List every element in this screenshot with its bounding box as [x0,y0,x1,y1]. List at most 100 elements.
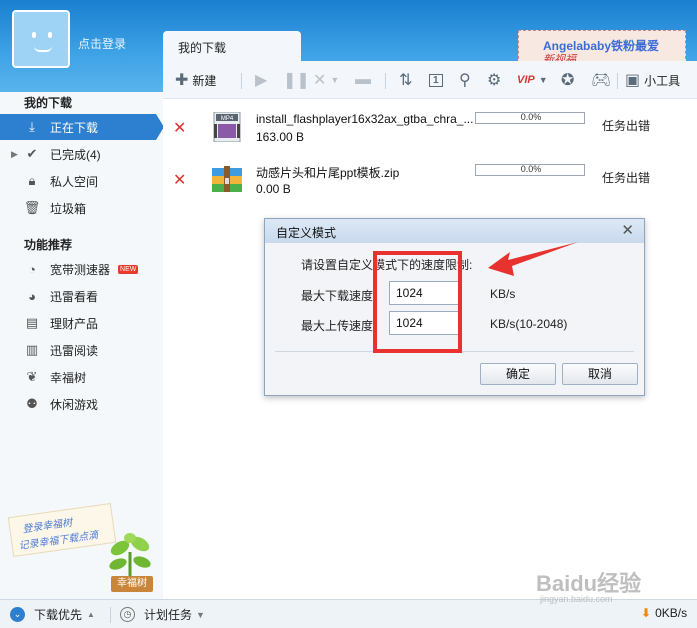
download-arrow-icon: ⬇ [641,606,652,620]
close-icon[interactable]: ✕ [621,221,634,239]
progress-bar: 0.0% [475,112,585,124]
sidebar-item-happy-tree[interactable]: ❦ 幸福树 [0,364,163,390]
section-title-features: 功能推荐 [24,238,73,252]
ok-button[interactable]: 确定 [480,363,556,385]
sidebar-item-private[interactable]: 🔒︎ 私人空间 [0,168,163,194]
toolbar-divider [617,73,618,89]
sidebar-item-reading[interactable]: ▥ 迅雷阅读 [0,337,163,363]
priority-label: 下载优先 [34,608,83,622]
sidebar-item-downloading[interactable]: ⤓ 正在下载 [0,114,156,140]
mp4-file-icon: MP4 [213,112,241,142]
sidebar-item-label: 迅雷看看 [50,289,99,304]
folder-icon: ▬ [355,71,371,88]
toolbox-icon: ▣ [625,72,641,89]
chevron-double-down-icon: ⌄ [10,607,25,622]
avatar-mouth [34,46,52,52]
play-icon: ▶ [255,72,268,89]
login-link[interactable]: 点击登录 [78,35,126,52]
plus-icon: ✚ [175,72,189,89]
search-icon: ⚲ [459,72,471,89]
sidebar-item-label: 休闲游戏 [50,397,99,412]
avatar[interactable] [12,10,70,68]
sidebar-item-finance[interactable]: ▤ 理财产品 [0,310,163,336]
tools-button[interactable]: ▣ 小工具 [625,69,680,91]
chevron-down-icon: ▼ [196,609,205,620]
file-size: 163.00 B [256,130,305,144]
sidebar-item-kankan[interactable]: ◕ 迅雷看看 [0,283,163,309]
baidu-watermark: Baidu经验 jingyan.baidu.com [536,566,642,604]
schedule-label: 计划任务 [144,608,193,622]
max-download-input[interactable] [389,281,459,305]
vip-button[interactable]: VIP ▼ [517,69,548,91]
status-text: 任务出错 [602,171,651,185]
max-upload-input[interactable] [389,311,459,335]
toolbar-divider [241,73,242,89]
speed-indicator: ⬇ 0KB/s [641,606,687,620]
caret-up-icon: ▲ [87,610,95,619]
expand-arrow-icon[interactable]: ▶ [11,149,18,160]
upload-unit: KB/s(10-2048) [490,317,568,331]
sidebar-item-label: 迅雷阅读 [50,343,99,358]
tab-my-downloads[interactable]: 我的下载 [163,31,301,61]
toolbar: ✚ 新建 ▶ ❚❚ ✕ ▼ ▬ ⇅ 1 ⚲ ⚙ VIP ▼ ✪ 🎮︎ ▣ 小工具 [163,61,697,99]
pause-button[interactable]: ❚❚ [283,69,310,91]
delete-button[interactable]: ✕ ▼ [313,69,339,91]
sidebar-item-label: 垃圾箱 [50,201,87,216]
avatar-eye-right [48,32,52,38]
leaf-icon: ❦ [26,369,38,384]
cancel-button[interactable]: 取消 [562,363,638,385]
status-text: 任务出错 [602,119,651,133]
sidebar-item-completed[interactable]: ▶ ✔ 已完成(4) [0,141,163,167]
sidebar-item-speedtest[interactable]: ◔ 宽带测速器 NEW [0,256,163,282]
sidebar-item-trash[interactable]: 🗑︎ 垃圾箱 [0,195,163,221]
sidebar-item-label: 私人空间 [50,174,99,189]
zip-file-icon [212,166,242,192]
chevron-down-icon: ▼ [538,75,548,85]
new-badge: NEW [118,264,139,274]
open-folder-button[interactable]: ▬ [355,69,371,91]
sidebar-item-games[interactable]: ⚉ 休闲游戏 [0,391,163,417]
lock-icon: 🔒︎ [28,173,36,188]
film-button[interactable]: ✪ [561,69,574,91]
ad-banner[interactable]: Angelababy铁粉最爱 新视福 [518,30,686,66]
watermark-main: Baidu经验 [536,571,642,596]
start-button[interactable]: ▶ [255,69,267,91]
speed-value: 0KB/s [655,606,688,620]
dialog-title-bar[interactable]: 自定义模式 [265,219,644,243]
gear-icon: ⚙ [487,72,502,89]
vip-icon: VIP [517,74,535,86]
speedometer-icon: ◔ [28,261,36,277]
file-name: 动感片头和片尾ppt模板.zip [256,166,400,180]
sidebar-item-label: 宽带测速器 [50,262,111,277]
check-icon: ✔ [26,146,38,161]
happy-tree-label[interactable]: 幸福树 [111,576,153,592]
new-task-button[interactable]: ✚ 新建 [175,69,216,91]
error-icon: ✕ [173,120,187,137]
download-row[interactable]: ✕ 动感片头和片尾ppt模板.zip 0.00 B 0.0% 任务出错 [163,162,697,210]
tools-label: 小工具 [644,73,681,88]
error-icon: ✕ [173,172,187,189]
section-title-my-downloads: 我的下载 [24,96,73,110]
progress-text: 0.0% [520,112,542,122]
pause-icon: ❚❚ [283,72,310,89]
download-priority-button[interactable]: ⌄ 下载优先 ▲ [10,606,95,623]
sidebar-item-label: 幸福树 [50,370,87,385]
download-row[interactable]: ✕ MP4 install_flashplayer16x32ax_gtba_ch… [163,110,697,158]
avatar-eye-left [32,32,36,38]
sort-button[interactable]: ⇅ [399,69,412,91]
game-button[interactable]: 🎮︎ [591,69,611,91]
new-task-label: 新建 [192,73,217,88]
max-upload-label: 最大上传速度 [301,319,374,333]
dialog-title: 自定义模式 [276,226,337,240]
dialog-prompt: 请设置自定义模式下的速度限制: [301,258,473,272]
download-unit: KB/s [490,287,516,301]
settings-button[interactable]: ⚙ [487,69,501,91]
single-task-button[interactable]: 1 [429,69,443,91]
watermark-sub: jingyan.baidu.com [540,594,613,604]
sidebar-item-label: 正在下载 [50,120,99,135]
download-icon: ⤓ [29,119,35,134]
game-icon: ⚉ [26,396,38,411]
search-button[interactable]: ⚲ [459,69,471,91]
schedule-button[interactable]: ◷ 计划任务 ▼ [120,606,205,623]
sidebar-item-label: 已完成(4) [50,147,101,162]
